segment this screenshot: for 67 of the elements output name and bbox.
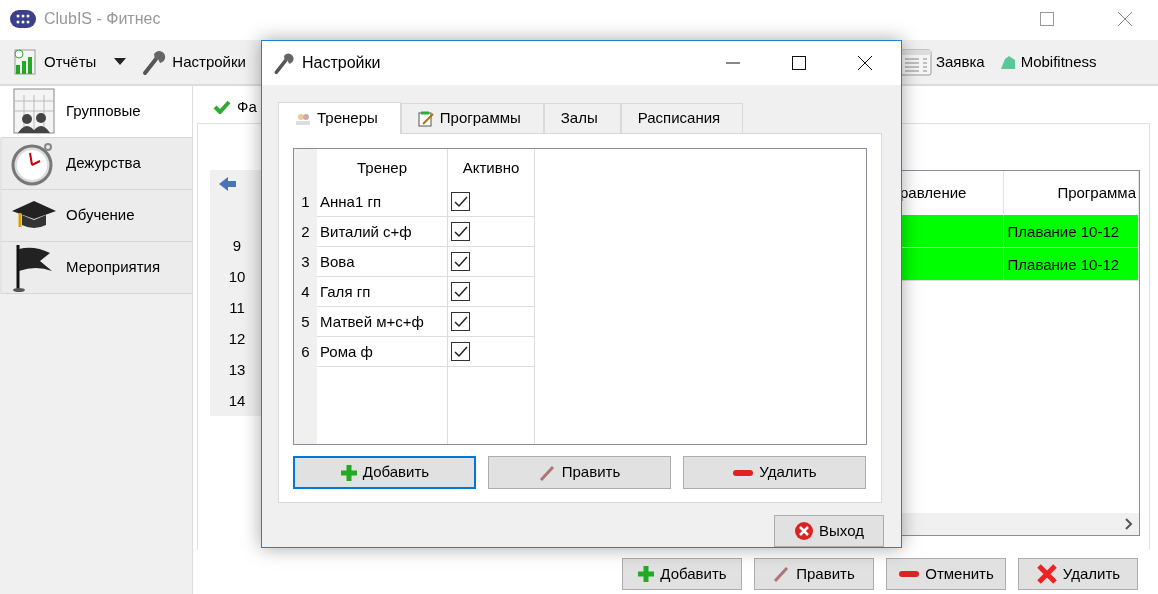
row-number: 10 — [228, 266, 246, 287]
caret-icon — [114, 58, 127, 66]
checkbox[interactable] — [451, 252, 470, 271]
close-icon — [858, 56, 872, 70]
maximize-icon — [792, 56, 806, 70]
row-number: 4 — [300, 282, 311, 302]
checkmark-icon — [213, 100, 231, 115]
people-icon — [295, 111, 311, 126]
scroll-right-icon[interactable] — [1125, 517, 1133, 530]
toolbar-button[interactable]: Настройки — [136, 46, 250, 78]
tab[interactable]: Программы — [400, 103, 544, 133]
row-number: 14 — [228, 390, 246, 411]
plus-icon — [637, 565, 656, 583]
row-number: 9 — [232, 235, 242, 256]
row-number: 11 — [229, 297, 245, 318]
table-cell: Плавание 10-12 — [1003, 214, 1139, 248]
row-number: 13 — [228, 359, 246, 380]
sidebar-item[interactable]: Групповые — [0, 86, 192, 138]
action-button[interactable]: Править — [488, 456, 671, 489]
toolbar-button[interactable]: Mobifitness — [994, 48, 1101, 76]
table-cell: Галя гп — [317, 277, 447, 307]
notepad-icon — [417, 110, 434, 127]
dialog-title: Настройки — [302, 53, 381, 73]
close-icon — [794, 521, 815, 541]
action-button[interactable]: Удалить — [683, 456, 866, 489]
action-button[interactable]: Удалить — [1018, 558, 1138, 590]
minus-icon — [898, 569, 921, 579]
action-button[interactable]: Отменить — [886, 558, 1006, 590]
checkbox[interactable] — [451, 222, 470, 241]
action-button[interactable]: Добавить — [622, 558, 742, 590]
calendar-people-icon — [10, 86, 58, 137]
column-header: Активно — [461, 158, 521, 178]
table-cell: Анна1 гп — [317, 187, 447, 217]
cross-icon — [1035, 563, 1058, 585]
checkbox[interactable] — [451, 192, 470, 211]
column-header: Тренер — [356, 158, 408, 178]
tab[interactable]: Залы — [543, 103, 621, 133]
checkbox[interactable] — [451, 282, 470, 301]
table-cell: Вова — [317, 247, 447, 277]
table-cell: Виталий с+ф — [317, 217, 447, 247]
maximize-icon — [1040, 12, 1054, 26]
row-number: 12 — [228, 328, 246, 349]
window-title: ClubIS - Фитнес — [44, 9, 161, 29]
row-number: 3 — [300, 252, 311, 272]
sidebar-item[interactable]: Мероприятия — [0, 242, 192, 294]
minus-icon — [732, 467, 755, 478]
action-button[interactable]: Добавить — [293, 456, 476, 489]
column-header: Программа — [1003, 170, 1139, 215]
close-icon — [1118, 12, 1132, 26]
table-cell: Матвей м+с+ф — [317, 307, 447, 337]
sidebar-item[interactable]: Обучение — [0, 190, 192, 242]
sidebar-item[interactable]: Дежурства — [0, 138, 192, 190]
row-number: 5 — [300, 312, 311, 332]
row-number: 2 — [300, 222, 311, 242]
app-logo-icon — [10, 10, 36, 28]
tab[interactable]: Расписания — [620, 103, 744, 133]
exit-button[interactable]: Выход — [774, 515, 884, 547]
table-cell: Рома ф — [317, 337, 447, 367]
action-button[interactable]: Править — [754, 558, 874, 590]
tab[interactable]: Тренеры — [278, 102, 401, 134]
row-number: 1 — [300, 192, 311, 212]
checkbox[interactable] — [451, 342, 470, 361]
table-cell: Плавание 10-12 — [1003, 247, 1139, 281]
row-number: 6 — [300, 342, 311, 362]
plus-icon — [339, 463, 358, 482]
checkbox[interactable] — [451, 312, 470, 331]
toolbar-button[interactable]: Отчёты — [8, 46, 131, 78]
